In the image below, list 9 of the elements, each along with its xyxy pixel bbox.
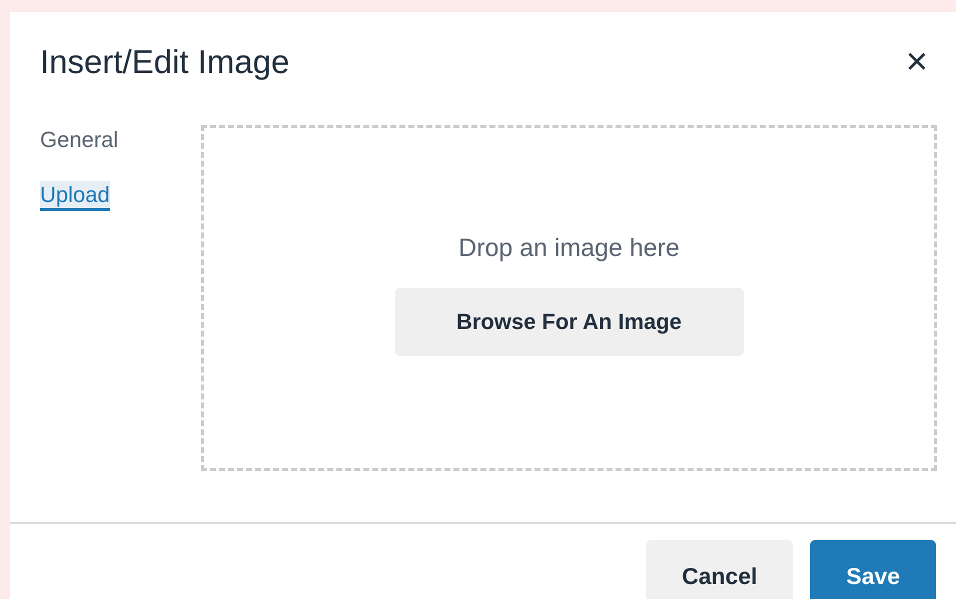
tab[interactable]: Upload <box>40 180 110 212</box>
tab[interactable]: General <box>40 126 118 157</box>
drop-zone[interactable]: Drop an image here Browse For An Image <box>201 125 937 472</box>
cancel-button[interactable]: Cancel <box>646 540 794 599</box>
browse-button[interactable]: Browse For An Image <box>394 288 744 356</box>
save-button[interactable]: Save <box>810 540 936 599</box>
close-button[interactable]: × <box>906 42 928 81</box>
drop-hint: Drop an image here <box>458 233 680 264</box>
dialog-title: Insert/Edit Image <box>40 42 290 82</box>
